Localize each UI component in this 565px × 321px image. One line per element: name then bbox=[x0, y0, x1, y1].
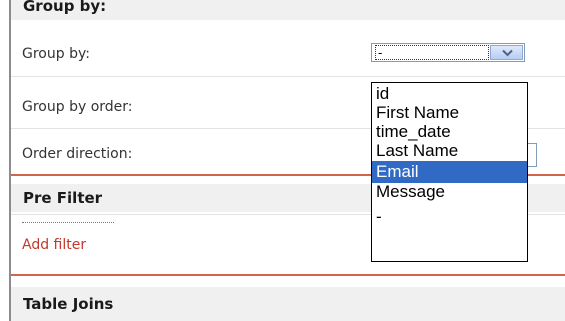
group-by-label: Group by: bbox=[22, 46, 90, 62]
select-dropdown-button[interactable] bbox=[490, 45, 523, 60]
row-divider bbox=[11, 76, 565, 77]
group-by-select-value: - bbox=[375, 45, 489, 60]
dropdown-option-message[interactable]: Message bbox=[372, 183, 527, 208]
panel-left-border bbox=[9, 0, 11, 321]
group-by-dropdown-list[interactable]: id First Name time_date Last Name Email … bbox=[371, 82, 528, 262]
chevron-down-icon bbox=[502, 49, 513, 57]
dropdown-option-time-date[interactable]: time_date bbox=[372, 123, 527, 142]
dropdown-option-email[interactable]: Email bbox=[372, 161, 527, 183]
group-by-select[interactable]: - bbox=[371, 43, 525, 62]
group-by-section-header: Group by: bbox=[11, 0, 565, 20]
group-by-section-title: Group by: bbox=[23, 0, 107, 15]
pre-filter-section-title: Pre Filter bbox=[23, 189, 103, 207]
add-filter-link[interactable]: Add filter bbox=[22, 236, 86, 254]
dropdown-option-first-name[interactable]: First Name bbox=[372, 104, 527, 123]
dropdown-option-dash[interactable]: - bbox=[372, 208, 527, 227]
pre-filter-underline bbox=[22, 222, 114, 223]
table-joins-section-header: Table Joins bbox=[11, 287, 565, 321]
group-by-order-label: Group by order: bbox=[22, 99, 133, 115]
table-joins-section-title: Table Joins bbox=[23, 295, 114, 313]
dropdown-option-last-name[interactable]: Last Name bbox=[372, 142, 527, 161]
dropdown-option-id[interactable]: id bbox=[372, 85, 527, 104]
section-divider bbox=[11, 274, 565, 276]
order-direction-label: Order direction: bbox=[22, 146, 133, 162]
